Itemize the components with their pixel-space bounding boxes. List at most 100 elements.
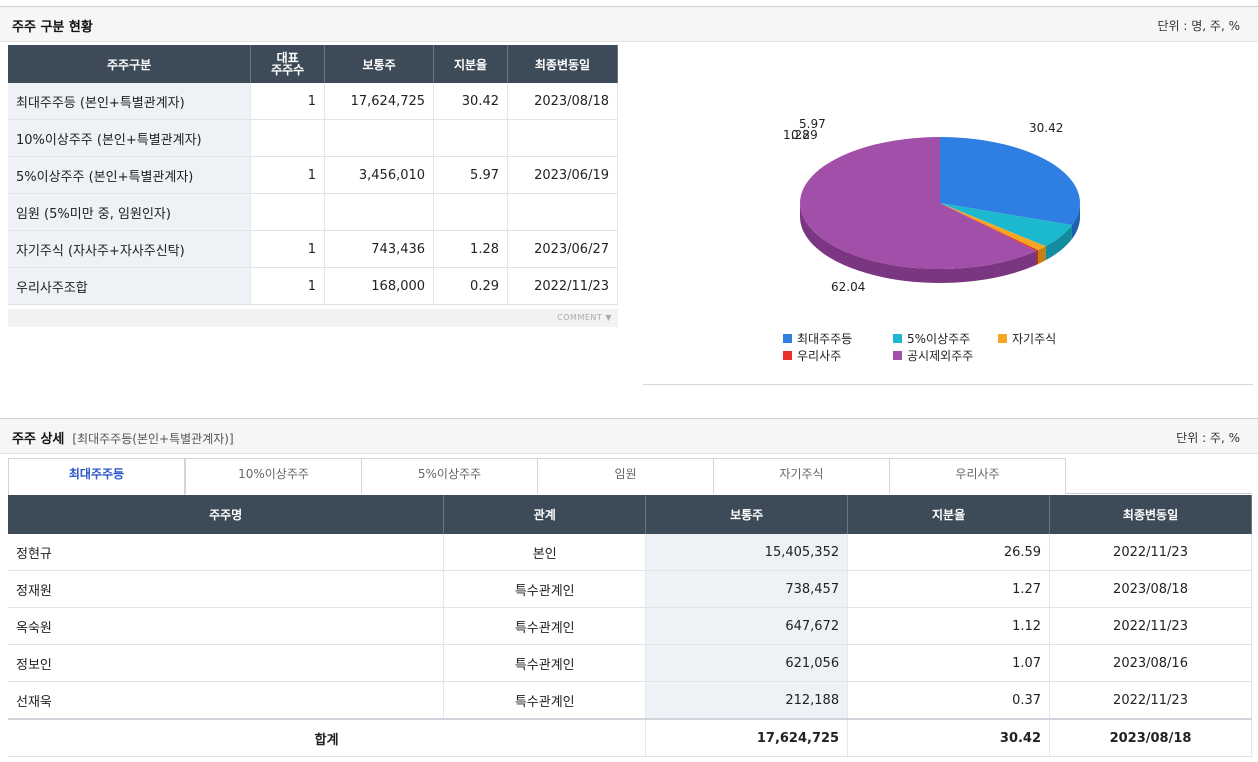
shares-cell: 738,457 [645, 570, 849, 608]
col-header-ratio: 지분율 [433, 45, 508, 83]
legend-swatch [893, 351, 902, 360]
relation-cell: 특수관계인 [443, 644, 647, 682]
col-header-name: 주주명 [8, 495, 445, 534]
tab-employee-stock[interactable]: 우리사주 [889, 458, 1066, 494]
pie-data-label: 62.04 [831, 280, 865, 294]
col-header-shares: 보통주 [324, 45, 435, 83]
name-cell: 선재욱 [8, 681, 445, 720]
date-cell [507, 193, 618, 231]
legend-label: 공시제외주주 [907, 349, 974, 363]
tab-largest-shareholder[interactable]: 최대주주등 [8, 458, 185, 495]
pie-slice-side [1036, 250, 1038, 265]
tab-5pct-shareholder[interactable]: 5%이상주주 [361, 458, 538, 494]
date-cell: 2023/06/27 [507, 230, 618, 268]
col-header-rep-count: 대표 주주수 [250, 45, 326, 83]
date-cell [507, 119, 618, 157]
legend-item: 우리사주 [783, 347, 841, 364]
tab-executive[interactable]: 임원 [537, 458, 714, 494]
legend-label: 5%이상주주 [907, 332, 971, 346]
shares-cell [324, 119, 435, 157]
name-cell: 정현규 [8, 534, 445, 571]
total-label: 합계 [8, 718, 647, 757]
col-header-type: 주주구분 [8, 45, 252, 83]
date-cell: 2022/11/23 [1049, 534, 1252, 571]
unit-label-detail: 단위 : 주, % [1176, 431, 1240, 445]
ratio-cell: 30.42 [433, 83, 508, 120]
col-header-date: 최종변동일 [507, 45, 618, 83]
detail-tabs: 최대주주등 10%이상주주 5%이상주주 임원 자기주식 우리사주 [8, 458, 1252, 495]
ratio-cell [433, 193, 508, 231]
row-label: 최대주주등 (본인+특별관계자) [8, 83, 252, 120]
ratio-cell: 0.29 [433, 267, 508, 305]
legend-swatch [998, 334, 1007, 343]
name-cell: 정재원 [8, 570, 445, 608]
ratio-cell: 0.37 [847, 681, 1051, 720]
section-header-shareholder-detail: 주주 상세 [최대주주등(본인+특별관계자)] 단위 : 주, % [0, 418, 1258, 454]
shares-cell [324, 193, 435, 231]
date-cell: 2022/11/23 [507, 267, 618, 305]
ratio-cell: 1.07 [847, 644, 1051, 682]
legend-item: 공시제외주주 [893, 347, 973, 364]
legend-swatch [783, 334, 792, 343]
date-cell: 2023/08/18 [507, 83, 618, 120]
pie-data-label: 30.42 [1029, 121, 1063, 135]
relation-cell: 특수관계인 [443, 607, 647, 645]
shares-cell: 212,188 [645, 681, 849, 720]
table-row: 선재욱 특수관계인 212,188 0.37 2022/11/23 [8, 681, 1252, 720]
relation-cell: 본인 [443, 534, 647, 571]
total-shares: 17,624,725 [645, 718, 849, 757]
table-row: 옥숙원 특수관계인 647,672 1.12 2022/11/23 [8, 607, 1252, 645]
relation-cell: 특수관계인 [443, 570, 647, 608]
date-cell: 2022/11/23 [1049, 681, 1252, 720]
table-row: 최대주주등 (본인+특별관계자) 1 17,624,725 30.42 2023/08/… [8, 83, 618, 120]
rep-count-cell [250, 193, 326, 231]
total-date: 2023/08/18 [1049, 718, 1252, 757]
ratio-cell: 1.27 [847, 570, 1051, 608]
relation-cell: 특수관계인 [443, 681, 647, 720]
legend-swatch [783, 351, 792, 360]
comment-toggle[interactable]: COMMENT ▼ [8, 309, 618, 327]
section-title: 주주 구분 현황 [12, 20, 93, 35]
legend-item: 최대주주등 [783, 330, 852, 347]
table-row: 자기주식 (자사주+자사주신탁) 1 743,436 1.28 2023/06/27 [8, 230, 618, 268]
name-cell: 옥숙원 [8, 607, 445, 645]
rep-count-cell [250, 119, 326, 157]
tab-10pct-shareholder[interactable]: 10%이상주주 [185, 458, 362, 494]
shares-cell: 168,000 [324, 267, 435, 305]
pie-data-label: 0.29 [791, 128, 818, 142]
rep-count-cell: 1 [250, 83, 326, 120]
ratio-cell: 1.12 [847, 607, 1051, 645]
legend-item: 5%이상주주 [893, 330, 970, 347]
shareholder-pie-chart: 30.42 5.97 1.28 0.29 62.04 최대주주등 5%이상주주 자기주식 우리… [643, 44, 1253, 385]
ratio-cell: 1.28 [433, 230, 508, 268]
table-header-row: 주주명 관계 보통주 지분율 최종변동일 [8, 495, 1252, 534]
ratio-cell [433, 119, 508, 157]
date-cell: 2023/08/16 [1049, 644, 1252, 682]
shareholder-type-table: 주주구분 대표 주주수 보통주 지분율 최종변동일 최대주주등 (본인+특별관계자… [8, 45, 618, 305]
shareholder-detail-table: 주주명 관계 보통주 지분율 최종변동일 정현규 본인 15,405,352 26.5… [8, 495, 1252, 757]
legend-label: 최대주주등 [797, 332, 853, 346]
row-label: 10%이상주주 (본인+특별관계자) [8, 119, 252, 157]
tab-treasury-stock[interactable]: 자기주식 [713, 458, 890, 494]
legend-item: 자기주식 [998, 330, 1056, 347]
legend-label: 자기주식 [1012, 332, 1057, 346]
ratio-cell: 26.59 [847, 534, 1051, 571]
rep-count-cell: 1 [250, 156, 326, 194]
table-row: 5%이상주주 (본인+특별관계자) 1 3,456,010 5.97 2023/06/1… [8, 156, 618, 194]
table-header-row: 주주구분 대표 주주수 보통주 지분율 최종변동일 [8, 45, 618, 83]
row-label: 5%이상주주 (본인+특별관계자) [8, 156, 252, 194]
total-ratio: 30.42 [847, 718, 1051, 757]
shares-cell: 621,056 [645, 644, 849, 682]
shares-cell: 743,436 [324, 230, 435, 268]
name-cell: 정보인 [8, 644, 445, 682]
date-cell: 2022/11/23 [1049, 607, 1252, 645]
row-label: 임원 (5%미만 중, 임원인자) [8, 193, 252, 231]
legend-label: 우리사주 [797, 349, 842, 363]
section-title-detail: 주주 상세 [최대주주등(본인+특별관계자)] [12, 432, 234, 447]
pie-svg: 30.425.971.280.2962.04 [783, 117, 1080, 294]
rep-count-cell: 1 [250, 230, 326, 268]
section-subtitle: [최대주주등(본인+특별관계자)] [72, 432, 234, 446]
col-header-relation: 관계 [443, 495, 647, 534]
table-row: 정보인 특수관계인 621,056 1.07 2023/08/16 [8, 644, 1252, 682]
shares-cell: 15,405,352 [645, 534, 849, 571]
